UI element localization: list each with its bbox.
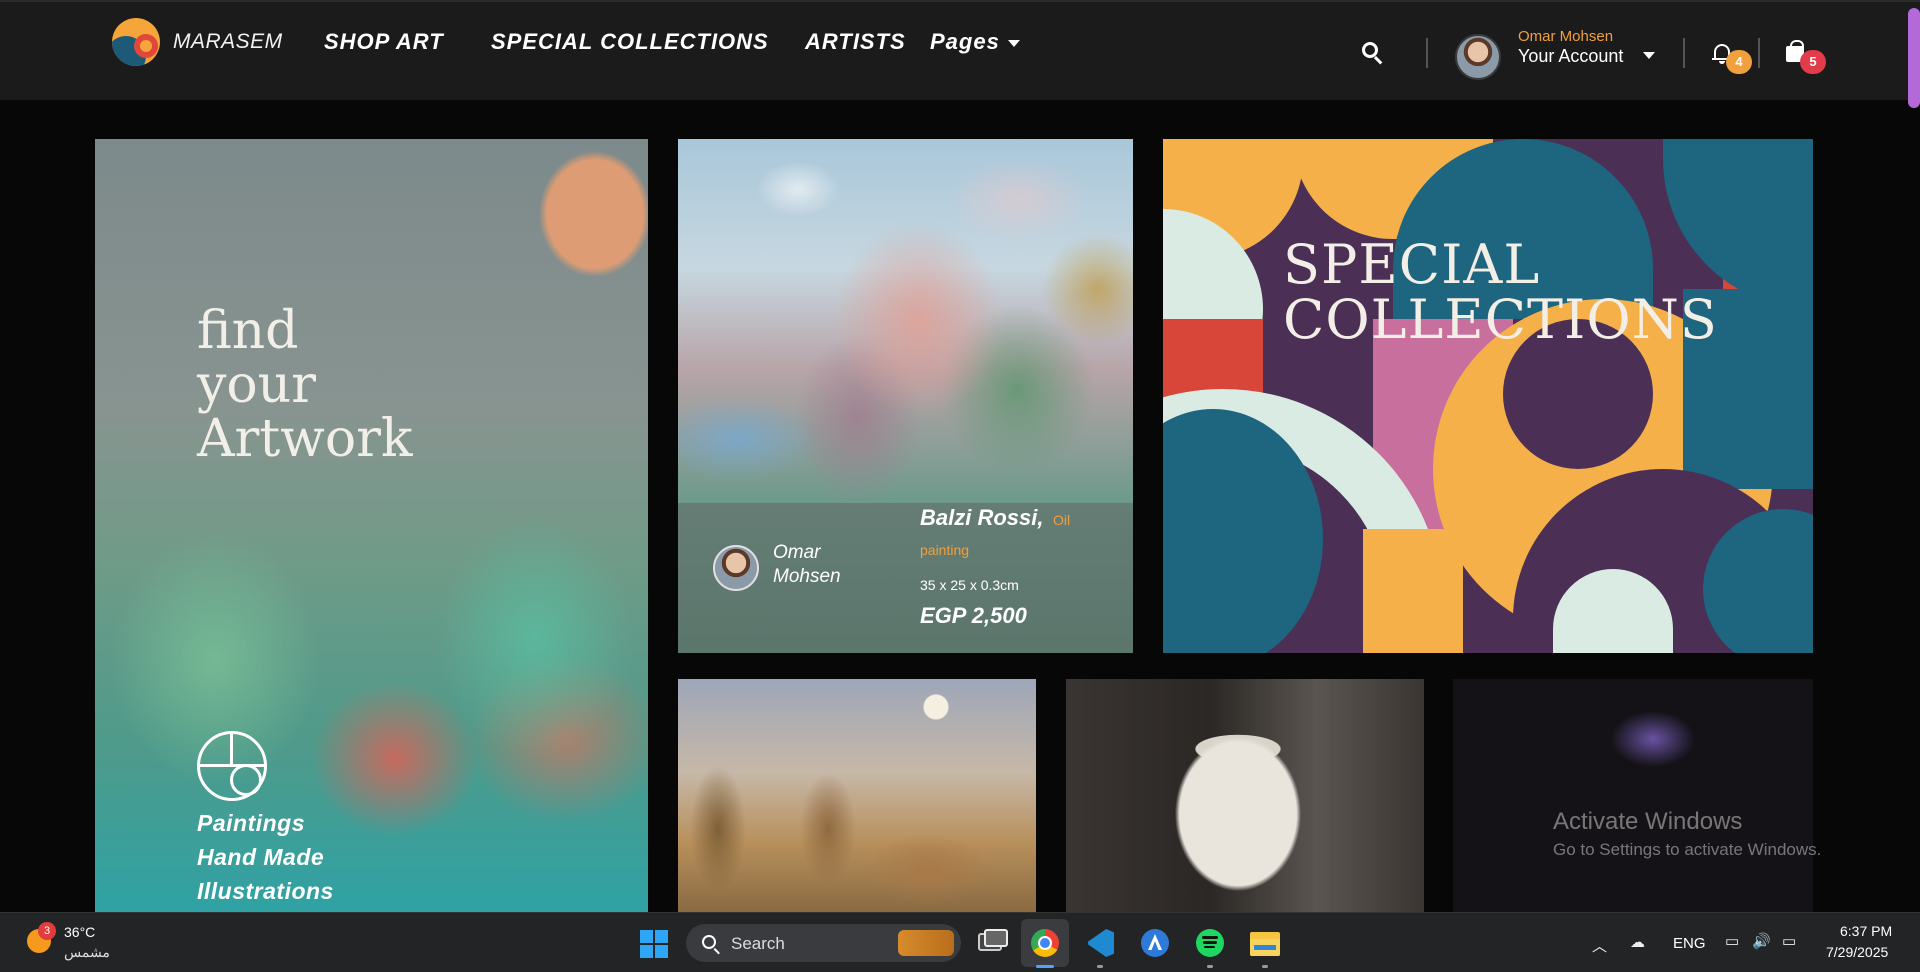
weather-temperature[interactable]: 36°C <box>64 924 95 940</box>
artwork-title[interactable]: Balzi Rossi, <box>920 505 1043 531</box>
artwork-tile-landscape[interactable] <box>678 679 1036 912</box>
hero-title: find your Artwork <box>197 304 413 466</box>
artist-name[interactable]: Omar Mohsen <box>773 541 863 589</box>
file-explorer-icon[interactable] <box>1245 923 1285 963</box>
watermark-line-2: Go to Settings to activate Windows. <box>1553 840 1822 859</box>
caret-down-icon <box>1007 39 1020 47</box>
artwork-tile-digital-hands[interactable] <box>1453 679 1813 912</box>
volume-icon[interactable]: 🔊 <box>1752 932 1771 950</box>
cart-count-badge: 5 <box>1800 50 1826 74</box>
clock-time[interactable]: 6:37 PM <box>1840 923 1892 939</box>
account-caret-icon[interactable] <box>1643 52 1655 59</box>
artist-avatar[interactable] <box>713 545 759 591</box>
nav-special-collections[interactable]: SPECIAL COLLECTIONS <box>491 29 769 55</box>
weather-badge: 3 <box>38 922 56 940</box>
artwork-tile-ceramic-jar[interactable] <box>1066 679 1424 912</box>
vscode-icon[interactable] <box>1080 923 1120 963</box>
nav-pages-dropdown[interactable]: Pages <box>930 29 1020 55</box>
task-view-icon[interactable] <box>972 923 1012 963</box>
brand-name[interactable]: MARASEM <box>173 30 283 54</box>
notification-count-badge: 4 <box>1726 50 1752 74</box>
network-icon[interactable]: ▭ <box>1725 932 1739 950</box>
chrome-icon[interactable] <box>1025 923 1065 963</box>
category-paintings[interactable]: Paintings <box>197 806 334 840</box>
search-icon[interactable] <box>1362 42 1386 66</box>
hero-title-line: your <box>197 355 317 415</box>
hero-title-line: find <box>197 301 299 361</box>
battery-icon[interactable]: ▭ <box>1782 932 1796 950</box>
active-indicator <box>1036 965 1054 968</box>
taskbar-search-placeholder: Search <box>731 934 785 953</box>
account-avatar[interactable] <box>1455 34 1501 80</box>
scrollbar[interactable] <box>1908 8 1920 108</box>
artwork-medium: Oil <box>1053 512 1071 528</box>
divider <box>1683 38 1685 68</box>
account-name[interactable]: Omar Mohsen <box>1518 28 1613 45</box>
account-label[interactable]: Your Account <box>1518 46 1623 67</box>
clock-date[interactable]: 7/29/2025 <box>1826 944 1888 960</box>
category-illustrations[interactable]: Illustrations <box>197 874 334 908</box>
special-collections-banner[interactable]: SPECIAL COLLECTIONS <box>1163 139 1813 653</box>
watermark-line-1: Activate Windows <box>1553 808 1743 835</box>
artwork-medium-cont: painting <box>920 542 970 558</box>
top-navbar: MARASEM SHOP ART SPECIAL COLLECTIONS ART… <box>0 0 1920 108</box>
running-indicator <box>1262 965 1268 968</box>
featured-artwork-card[interactable]: Omar Mohsen Balzi Rossi, Oil painting 35… <box>678 139 1133 653</box>
hero-banner[interactable]: find your Artwork Paintings Hand Made Il… <box>95 139 648 912</box>
special-title-line: COLLECTIONS <box>1283 288 1718 351</box>
divider <box>1426 38 1428 68</box>
artwork-size: 35 x 25 x 0.3cm <box>920 577 1019 593</box>
category-hand-made[interactable]: Hand Made <box>197 840 334 874</box>
chevron-up-icon[interactable]: ︿ <box>1592 935 1607 956</box>
cloud-off-icon[interactable]: ☁ <box>1630 933 1645 951</box>
divider <box>1758 38 1760 68</box>
windows-start-icon[interactable] <box>640 930 668 958</box>
activate-windows-watermark: Activate Windows Go to Settings to activ… <box>1553 808 1821 860</box>
search-icon <box>702 935 716 949</box>
android-studio-icon[interactable] <box>1135 923 1175 963</box>
special-title-line: SPECIAL <box>1283 233 1541 296</box>
marasem-logo-icon[interactable] <box>112 18 160 66</box>
marasem-outline-logo-icon <box>197 731 267 801</box>
special-collections-title: SPECIAL COLLECTIONS <box>1283 237 1718 347</box>
nav-shop-art[interactable]: SHOP ART <box>324 29 444 55</box>
weather-description[interactable]: مشمس <box>64 944 110 961</box>
taskbar-search[interactable]: Search <box>686 924 961 962</box>
search-highlight-icon <box>898 930 954 956</box>
spotify-icon[interactable] <box>1190 923 1230 963</box>
nav-artists[interactable]: ARTISTS <box>805 29 906 55</box>
hero-title-line: Artwork <box>197 409 413 469</box>
running-indicator <box>1207 965 1213 968</box>
artwork-price: EGP 2,500 <box>920 603 1027 628</box>
windows-taskbar: 3 36°C مشمس Search ︿ ☁ ENG ▭ 🔊 ▭ 6:37 PM… <box>0 912 1920 972</box>
nav-pages-label: Pages <box>930 29 1000 54</box>
language-indicator[interactable]: ENG <box>1673 935 1706 952</box>
category-list: Paintings Hand Made Illustrations <box>197 806 334 908</box>
decor-shape <box>1363 529 1463 653</box>
running-indicator <box>1097 965 1103 968</box>
